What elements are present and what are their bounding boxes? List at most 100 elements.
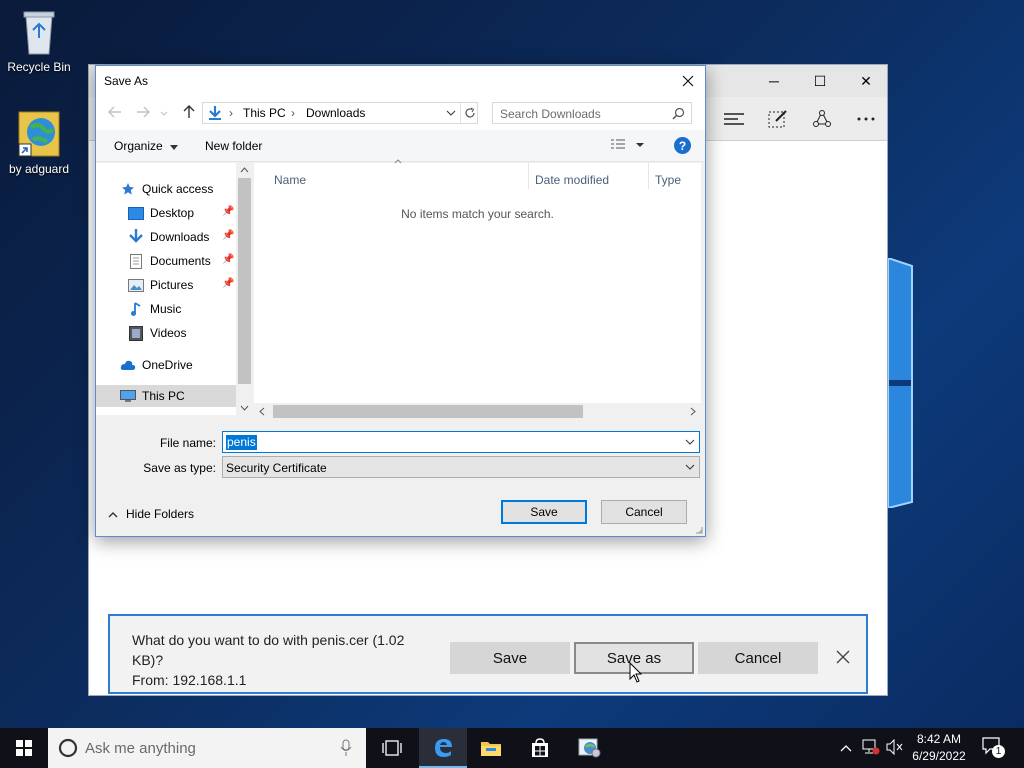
nav-label: Desktop (150, 206, 195, 220)
globe-shortcut-icon (18, 111, 60, 157)
windows-start-icon (16, 740, 32, 756)
start-button[interactable] (0, 728, 48, 768)
maximize-button[interactable]: ☐ (797, 65, 843, 97)
pin-icon: 📌 (222, 230, 235, 241)
up-arrow-icon[interactable] (182, 105, 196, 122)
star-icon (120, 181, 136, 197)
cancel-button[interactable]: Cancel (601, 500, 687, 524)
breadcrumb-this-pc[interactable]: This PC (243, 106, 286, 120)
save-as-type-select[interactable]: Security Certificate (222, 456, 700, 478)
desktop-icon-adguard[interactable]: by adguard (0, 110, 78, 176)
back-arrow-icon[interactable] (108, 105, 122, 122)
nav-label: Documents (150, 254, 211, 268)
taskbar: Ask me anything 8:42 AM 6/29/2022 1 (0, 728, 1024, 768)
dialog-close-icon[interactable] (677, 70, 699, 92)
nav-this-pc[interactable]: This PC (96, 385, 236, 407)
show-hidden-icons-chevron[interactable] (840, 741, 852, 755)
column-header-type[interactable]: Type (655, 173, 681, 187)
download-source: From: 192.168.1.1 (132, 672, 247, 688)
task-view-button[interactable] (368, 728, 416, 768)
chevron-down-icon[interactable] (685, 439, 695, 445)
download-cancel-button[interactable]: Cancel (698, 642, 818, 674)
downloads-icon (128, 229, 144, 245)
taskbar-search-box[interactable]: Ask me anything (48, 728, 366, 768)
search-input[interactable]: Search Downloads (492, 102, 692, 124)
navigation-pane: Quick access Desktop 📌 Downloads 📌 Docum… (96, 163, 253, 415)
resize-grip-icon[interactable] (695, 526, 703, 534)
column-divider (528, 163, 529, 189)
search-icon (672, 107, 685, 120)
system-clock[interactable]: 8:42 AM 6/29/2022 (904, 731, 974, 765)
desktop-icon-recycle-bin[interactable]: Recycle Bin (0, 8, 78, 74)
minimize-button[interactable]: ─ (751, 65, 797, 97)
nav-vertical-scrollbar[interactable] (236, 163, 253, 415)
organize-label: Organize (114, 139, 163, 153)
microphone-icon[interactable] (340, 739, 352, 757)
nav-label: Quick access (142, 182, 214, 196)
store-icon (532, 738, 548, 757)
windows-wallpaper-logo (888, 258, 913, 508)
recycle-bin-icon (23, 11, 55, 55)
volume-muted-icon[interactable] (886, 738, 904, 758)
download-save-button[interactable]: Save (450, 642, 570, 674)
sort-indicator-icon (394, 159, 402, 164)
save-as-type-value: Security Certificate (226, 461, 327, 475)
breadcrumb-separator-icon: › (291, 106, 295, 120)
documents-icon (128, 253, 144, 269)
new-folder-button[interactable]: New folder (205, 139, 262, 153)
download-message-line2: KB)? (132, 652, 164, 668)
address-dropdown-icon[interactable] (442, 103, 460, 123)
help-icon[interactable]: ? (674, 137, 691, 154)
address-bar[interactable]: › This PC › Downloads (202, 102, 478, 124)
folder-icon (481, 742, 501, 756)
column-header-name[interactable]: Name (274, 173, 306, 187)
taskbar-file-explorer[interactable] (467, 728, 515, 768)
taskbar-app[interactable] (565, 728, 613, 768)
recent-locations-chevron-icon[interactable] (160, 107, 168, 121)
pictures-icon (128, 277, 144, 293)
desktop-folder-icon (128, 205, 144, 221)
clock-time: 8:42 AM (916, 732, 962, 746)
share-icon[interactable] (807, 105, 837, 133)
hide-folders-toggle[interactable]: Hide Folders (108, 507, 194, 521)
download-message: What do you want to do with penis.cer (1… (132, 630, 442, 690)
videos-icon (128, 325, 144, 341)
taskbar-edge[interactable] (419, 728, 467, 768)
scroll-up-icon[interactable] (240, 167, 249, 173)
scroll-down-icon[interactable] (240, 405, 249, 411)
save-button[interactable]: Save (501, 500, 587, 524)
desktop-icon-label: by adguard (8, 162, 70, 176)
organize-menu[interactable]: Organize (114, 139, 179, 153)
scroll-left-icon[interactable] (259, 407, 265, 416)
column-header-date[interactable]: Date modified (535, 173, 609, 187)
certificate-app-icon (578, 738, 601, 758)
scroll-right-icon[interactable] (690, 407, 696, 416)
search-placeholder: Search Downloads (500, 107, 601, 121)
refresh-icon[interactable] (460, 103, 478, 123)
close-download-bar-icon[interactable] (832, 646, 854, 668)
music-icon (128, 301, 144, 317)
file-list-horizontal-scrollbar[interactable] (254, 403, 701, 420)
horizontal-scroll-thumb[interactable] (273, 405, 583, 418)
nav-label: OneDrive (142, 358, 193, 372)
nav-scroll-thumb[interactable] (238, 178, 251, 384)
network-icon[interactable] (862, 739, 880, 758)
empty-message: No items match your search. (401, 207, 554, 221)
taskbar-store[interactable] (516, 728, 564, 768)
forward-arrow-icon[interactable] (136, 105, 150, 122)
file-list: Name Date modified Type No items match y… (254, 159, 701, 415)
download-message-line1: What do you want to do with penis.cer (1… (132, 632, 405, 648)
view-options-icon[interactable] (610, 138, 648, 155)
chevron-down-icon (685, 464, 695, 470)
nav-label: Downloads (150, 230, 210, 244)
web-note-icon[interactable] (763, 105, 793, 133)
action-center-icon[interactable]: 1 (982, 737, 1006, 759)
taskbar-search-placeholder: Ask me anything (85, 739, 196, 757)
close-button[interactable]: ✕ (843, 65, 889, 97)
breadcrumb-downloads[interactable]: Downloads (306, 106, 365, 120)
file-name-input[interactable]: penis (222, 431, 700, 453)
chevron-down-icon (170, 145, 179, 150)
nav-label: This PC (142, 389, 185, 403)
hub-icon[interactable] (719, 105, 749, 133)
more-icon[interactable] (851, 105, 881, 133)
